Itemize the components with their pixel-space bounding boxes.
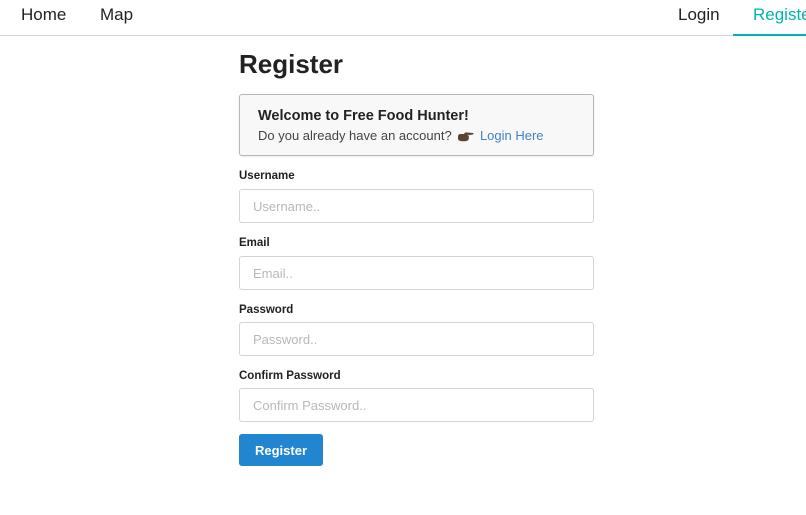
password-input[interactable] bbox=[239, 322, 594, 356]
login-here-link[interactable]: Login Here bbox=[480, 128, 544, 143]
nav-map-link[interactable]: Map bbox=[100, 0, 133, 36]
welcome-question: Do you already have an account? bbox=[258, 128, 452, 143]
username-label: Username bbox=[239, 170, 295, 182]
top-navigation-bar: Home Map Login Registe bbox=[0, 0, 806, 36]
confirm-password-input[interactable] bbox=[239, 388, 594, 422]
email-input[interactable] bbox=[239, 256, 594, 290]
nav-home-link[interactable]: Home bbox=[21, 0, 66, 36]
email-label: Email bbox=[239, 237, 270, 249]
password-label: Password bbox=[239, 304, 294, 316]
pointing-hand-icon bbox=[457, 129, 474, 147]
welcome-message-box: Welcome to Free Food Hunter! Do you alre… bbox=[239, 94, 594, 156]
register-submit-button[interactable]: Register bbox=[239, 434, 323, 466]
nav-register-link[interactable]: Registe bbox=[753, 0, 806, 36]
welcome-text-line: Do you already have an account? Login He… bbox=[258, 127, 575, 147]
nav-login-link[interactable]: Login bbox=[678, 0, 720, 36]
active-tab-indicator bbox=[733, 34, 806, 36]
welcome-title: Welcome to Free Food Hunter! bbox=[258, 108, 469, 124]
confirm-password-label: Confirm Password bbox=[239, 370, 341, 382]
username-input[interactable] bbox=[239, 189, 594, 223]
page-title: Register bbox=[239, 49, 344, 79]
